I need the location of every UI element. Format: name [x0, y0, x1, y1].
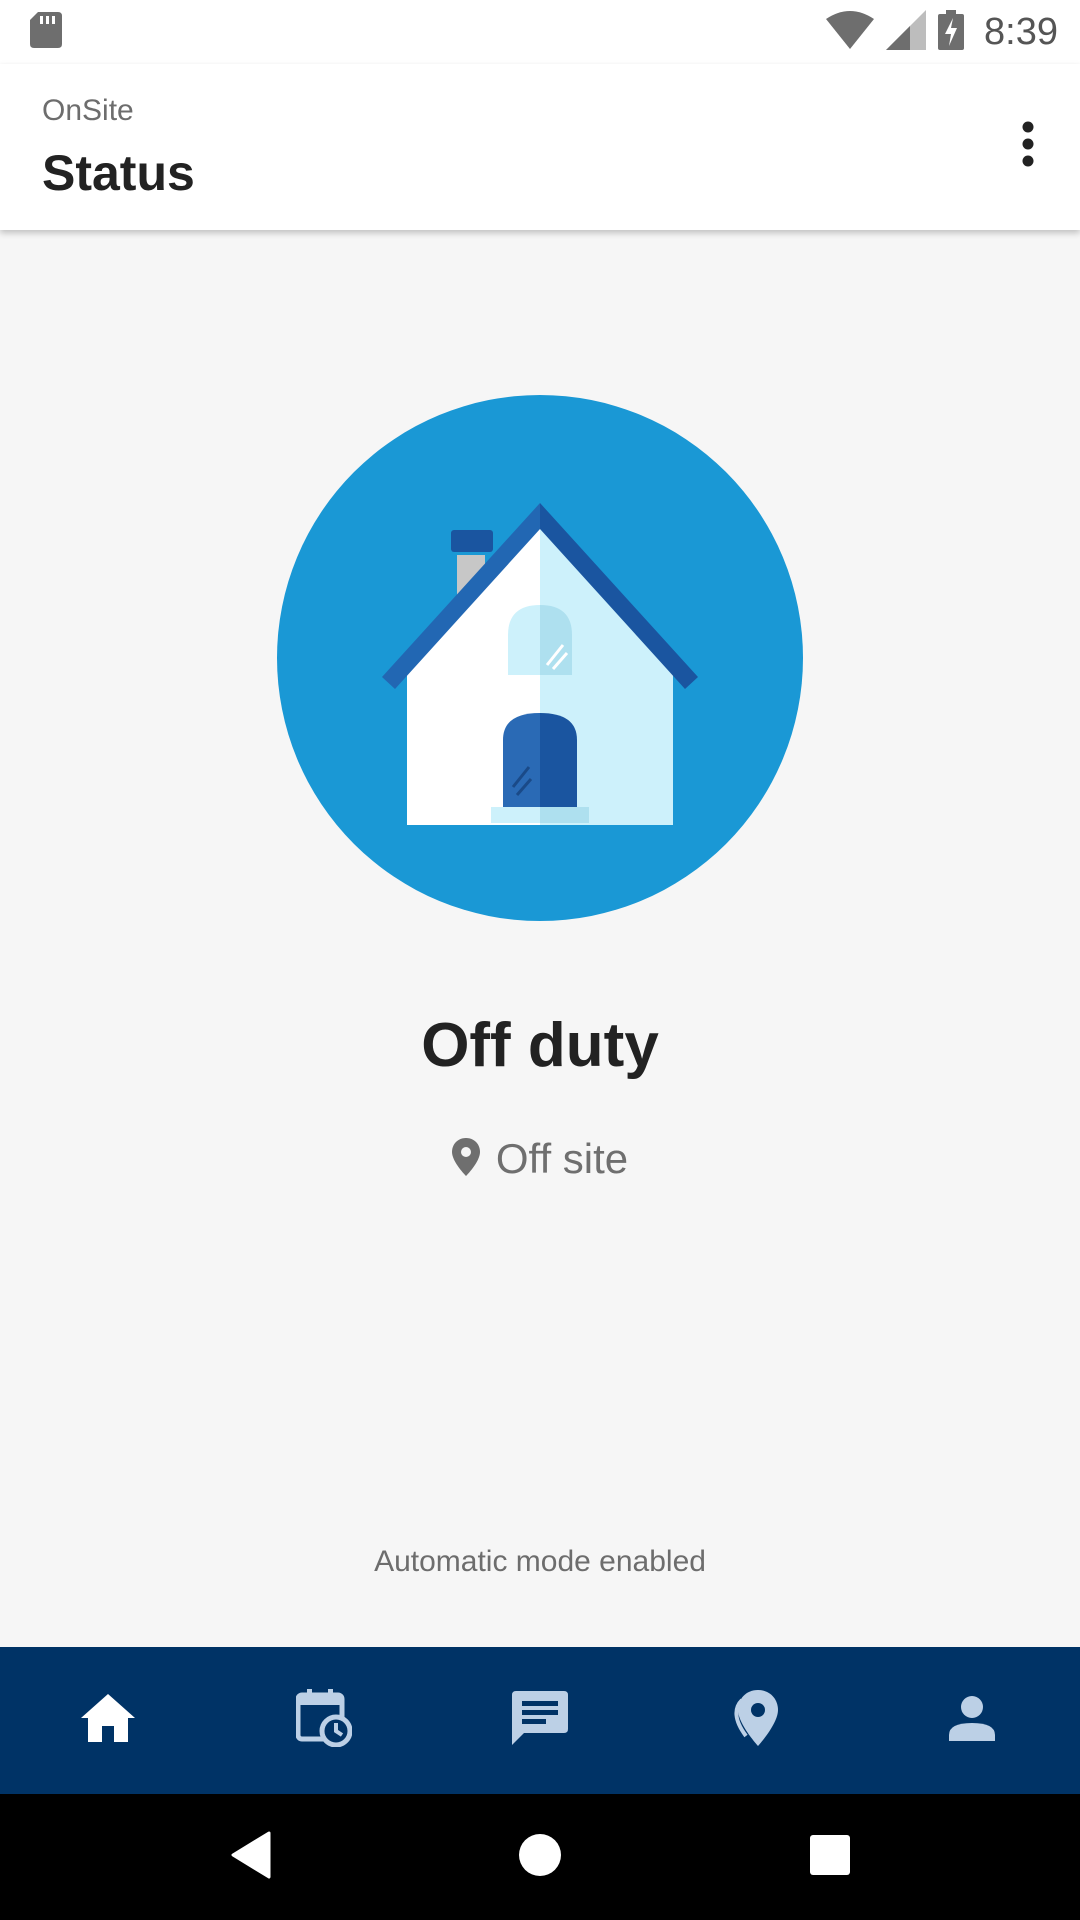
home-button[interactable]	[500, 1817, 580, 1897]
calendar-clock-icon	[295, 1689, 353, 1752]
location-pin-icon	[451, 1137, 480, 1181]
overflow-menu-button[interactable]	[996, 114, 1060, 178]
app-subtitle: OnSite	[42, 94, 134, 127]
status-bar: 8:39	[0, 0, 1080, 64]
mode-label: Automatic mode enabled	[374, 1545, 706, 1578]
back-icon	[229, 1831, 271, 1884]
sd-card-icon	[30, 11, 64, 53]
home-circle-icon	[518, 1833, 562, 1882]
status-time: 8:39	[984, 10, 1058, 53]
back-button[interactable]	[210, 1817, 290, 1897]
battery-charging-icon	[938, 9, 965, 55]
nav-schedule[interactable]	[264, 1661, 384, 1781]
recents-button[interactable]	[790, 1817, 870, 1897]
location-label: Off site	[495, 1135, 629, 1182]
nav-messages[interactable]	[480, 1661, 600, 1781]
page-title: Status	[42, 145, 195, 201]
location-row: Off site	[0, 1135, 1080, 1183]
map-pin-icon	[732, 1690, 780, 1751]
duty-status: Off duty	[421, 1011, 659, 1080]
nav-locations[interactable]	[696, 1661, 816, 1781]
nav-profile[interactable]	[912, 1661, 1032, 1781]
app-bar: OnSite Status	[0, 64, 1080, 230]
nav-home[interactable]	[48, 1661, 168, 1781]
recents-icon	[810, 1834, 850, 1880]
message-icon	[512, 1691, 568, 1750]
home-icon	[81, 1694, 135, 1747]
more-vert-icon	[1021, 121, 1035, 172]
person-icon	[949, 1695, 995, 1746]
bottom-navigation	[0, 1647, 1080, 1794]
house-illustration	[277, 395, 803, 921]
system-navigation	[0, 1794, 1080, 1920]
signal-icon	[886, 9, 927, 55]
house-icon	[277, 395, 803, 921]
screen: 8:39 OnSite Status Off duty Off site Aut…	[0, 0, 1080, 1920]
wifi-icon	[826, 10, 875, 54]
